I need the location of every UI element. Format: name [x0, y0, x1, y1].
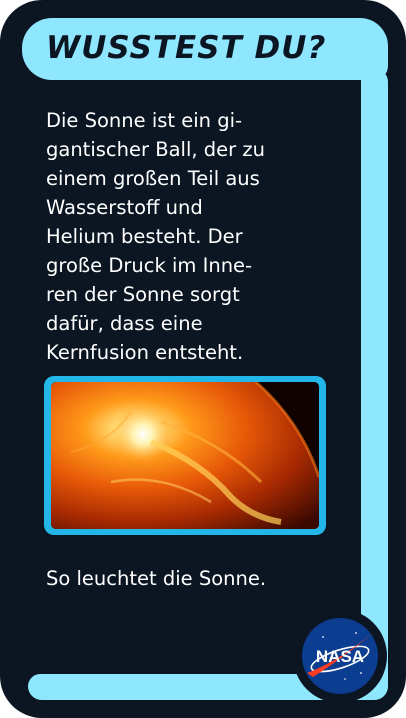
body-line: Helium besteht. Der — [46, 225, 243, 248]
body-line: gantischer Ball, der zu — [46, 138, 265, 161]
nasa-logo-icon: NASA — [301, 617, 379, 695]
body-line: dafür, dass eine — [46, 312, 203, 335]
body-line: Die Sonne ist ein gi- — [46, 109, 243, 132]
card-title: WUSSTEST DU? — [46, 30, 327, 66]
body-line: einem großen Teil aus — [46, 167, 260, 190]
body-line: große Druck im Inne- — [46, 254, 253, 277]
image-caption: So leuchtet die Sonne. — [46, 567, 267, 590]
sun-photo — [51, 382, 319, 529]
body-line: ren der Sonne sorgt — [46, 283, 240, 306]
body-text: Die Sonne ist ein gi- gantischer Ball, d… — [46, 106, 346, 367]
info-card: WUSSTEST DU? Die Sonne ist ein gi- ganti… — [0, 0, 406, 718]
nasa-logo-text: NASA — [316, 647, 364, 666]
body-line: Wasserstoff und — [46, 196, 203, 219]
sun-image-svg — [51, 382, 319, 529]
nasa-logo-svg: NASA — [302, 618, 378, 694]
body-line: Kernfusion entsteht. — [46, 341, 244, 364]
right-frame-bar — [361, 68, 388, 700]
